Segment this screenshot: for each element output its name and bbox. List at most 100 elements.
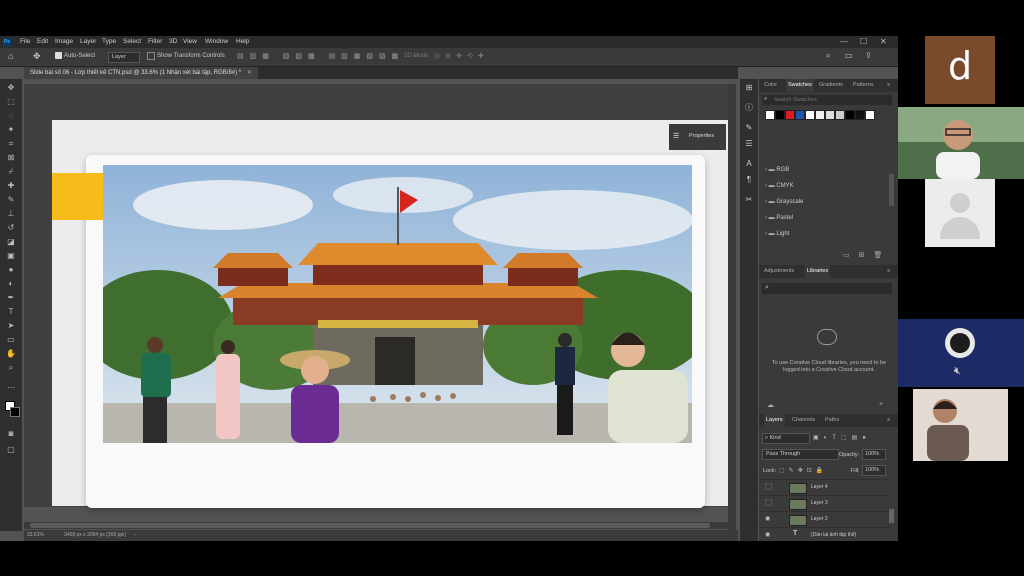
swatch[interactable]: [835, 110, 845, 120]
fill-input[interactable]: 100%: [862, 465, 886, 476]
healing-brush-icon[interactable]: ✚: [5, 181, 17, 191]
vertical-scrollbar[interactable]: [728, 84, 736, 530]
swatch-folder[interactable]: › ▬ RGB: [765, 167, 789, 173]
obs-tile[interactable]: 🔇︎: [898, 319, 1024, 387]
opacity-input[interactable]: 100%: [862, 449, 886, 460]
layer-dropdown[interactable]: Layer: [108, 52, 140, 63]
show-transform-checkbox[interactable]: [147, 52, 155, 60]
marquee-tool-icon[interactable]: ⬚: [5, 97, 17, 107]
tab-swatches[interactable]: Swatches: [786, 79, 814, 92]
zoom-tool-icon[interactable]: ⌕: [5, 363, 17, 373]
tab-color[interactable]: Color: [764, 82, 777, 88]
layer-filter-dropdown[interactable]: ⌕ Kind: [762, 433, 810, 444]
move-tool-icon[interactable]: ✥: [5, 83, 17, 93]
mic-muted-icon[interactable]: 🔇︎: [954, 365, 961, 378]
quick-mask-icon[interactable]: ◙: [5, 429, 17, 439]
participant-video-woman[interactable]: [913, 389, 1008, 461]
swatches-scrollbar[interactable]: [889, 174, 894, 206]
status-arrow-icon[interactable]: ›: [134, 530, 136, 541]
home-icon[interactable]: ⌂: [8, 51, 13, 61]
background-color-icon[interactable]: [10, 407, 20, 417]
menu-window[interactable]: Window: [205, 38, 228, 45]
libraries-search[interactable]: ⌕: [762, 283, 892, 294]
swatch[interactable]: [795, 110, 805, 120]
eyedropper-icon[interactable]: ⌿: [5, 167, 17, 177]
participant-video-man[interactable]: [898, 107, 1024, 179]
participant-placeholder[interactable]: [925, 179, 995, 247]
swatch[interactable]: [785, 110, 795, 120]
dodge-tool-icon[interactable]: ◐: [5, 279, 17, 289]
menu-file[interactable]: File: [20, 38, 30, 45]
menu-type[interactable]: Type: [102, 38, 116, 45]
blend-mode-dropdown[interactable]: Pass Through: [762, 449, 839, 460]
rectangle-tool-icon[interactable]: ▭: [5, 335, 17, 345]
swatch-folder[interactable]: › ▬ Light: [765, 231, 789, 237]
minimize-icon[interactable]: —: [840, 37, 848, 46]
screen-mode-icon[interactable]: ▢: [5, 445, 17, 455]
brush-settings-icon[interactable]: ✎: [744, 123, 754, 133]
visibility-off-icon[interactable]: [765, 483, 772, 490]
menu-view[interactable]: View: [183, 38, 197, 45]
layer-row[interactable]: Layer 4: [759, 479, 889, 495]
swatch-folder[interactable]: › ▬ Grayscale: [765, 199, 803, 205]
tab-channels[interactable]: Channels: [792, 417, 815, 423]
libraries-add-icon[interactable]: +: [879, 401, 883, 408]
layer-row[interactable]: Layer 3: [759, 495, 889, 511]
swatch-folder[interactable]: › ▬ CMYK: [765, 183, 794, 189]
crop-tool-icon[interactable]: ⌗: [5, 139, 17, 149]
tab-libraries[interactable]: Libraries: [805, 265, 831, 278]
menu-image[interactable]: Image: [55, 38, 73, 45]
type-tool-icon[interactable]: T: [5, 307, 17, 317]
workspace-icon[interactable]: ▭: [845, 51, 853, 60]
document-tab[interactable]: Slide bài số 06 - Lớp thiết kế CTN.psd @…: [24, 67, 258, 79]
frame-tool-icon[interactable]: ⊠: [5, 153, 17, 163]
menu-3d[interactable]: 3D: [169, 38, 177, 45]
participant-initial-tile[interactable]: d: [925, 36, 995, 104]
layer-filter-icons[interactable]: ▣◐T⬚▤●: [813, 434, 871, 441]
layer-row[interactable]: ◉ T (Dán lại ảnh tập thể): [759, 527, 889, 541]
hand-tool-icon[interactable]: ✋: [5, 349, 17, 359]
swatches-search[interactable]: ⌕ Search Swatches: [762, 95, 892, 105]
tab-patterns[interactable]: Patterns: [853, 82, 873, 88]
path-select-icon[interactable]: ➤: [5, 321, 17, 331]
layers-scrollbar[interactable]: [889, 509, 894, 523]
menu-select[interactable]: Select: [123, 38, 141, 45]
tab-adjustments[interactable]: Adjustments: [764, 268, 794, 274]
menu-filter[interactable]: Filter: [148, 38, 162, 45]
3d-mode-icons[interactable]: ◎⊕✥⟲✚: [434, 52, 489, 60]
lasso-tool-icon[interactable]: ◌: [5, 111, 17, 121]
panel-menu-icon[interactable]: ≡: [887, 268, 890, 274]
menu-help[interactable]: Help: [236, 38, 249, 45]
tab-layers[interactable]: Layers: [764, 414, 785, 427]
properties-panel-button[interactable]: ☰ Properties: [669, 124, 726, 150]
lock-icons[interactable]: ⬚✎✥⊡🔒: [779, 467, 827, 474]
tab-paths[interactable]: Paths: [825, 417, 839, 423]
history-brush-icon[interactable]: ↺: [5, 223, 17, 233]
swatch[interactable]: [845, 110, 855, 120]
swatches-search-input[interactable]: Search Swatches: [774, 97, 817, 103]
swatch[interactable]: [805, 110, 815, 120]
visibility-off-icon[interactable]: [765, 499, 772, 506]
swatch[interactable]: [815, 110, 825, 120]
libraries-cloud-icon[interactable]: ☁: [767, 401, 774, 409]
layer-row[interactable]: ◉ Layer 2: [759, 511, 889, 527]
character-icon[interactable]: A: [744, 159, 754, 169]
menu-layer[interactable]: Layer: [80, 38, 96, 45]
more-tools-icon[interactable]: ⋯: [5, 383, 17, 393]
panel-menu-icon[interactable]: ≡: [887, 417, 890, 423]
brush-tool-icon[interactable]: ✎: [5, 195, 17, 205]
visibility-eye-icon[interactable]: ◉: [765, 531, 770, 538]
swatch[interactable]: [775, 110, 785, 120]
search-icon[interactable]: ⌕: [826, 51, 830, 61]
horizontal-scrollbar[interactable]: [24, 522, 734, 529]
magic-wand-icon[interactable]: ✦: [5, 125, 17, 135]
info-icon[interactable]: ⓘ: [744, 103, 754, 113]
stamp-tool-icon[interactable]: ⊥: [5, 209, 17, 219]
tools-preset-icon[interactable]: ✂: [744, 195, 754, 205]
gradient-tool-icon[interactable]: ▣: [5, 251, 17, 261]
share-icon[interactable]: ⇪: [865, 51, 872, 60]
paragraph-icon[interactable]: ¶: [744, 175, 754, 185]
zoom-level[interactable]: 33.61%: [27, 530, 44, 541]
swatches-footer-icons[interactable]: ▭⊞🗑: [843, 251, 891, 259]
align-icons[interactable]: ▤▥▦ ▧▨▩ ▤▥▦▧▨▩ ⋯: [237, 52, 425, 60]
